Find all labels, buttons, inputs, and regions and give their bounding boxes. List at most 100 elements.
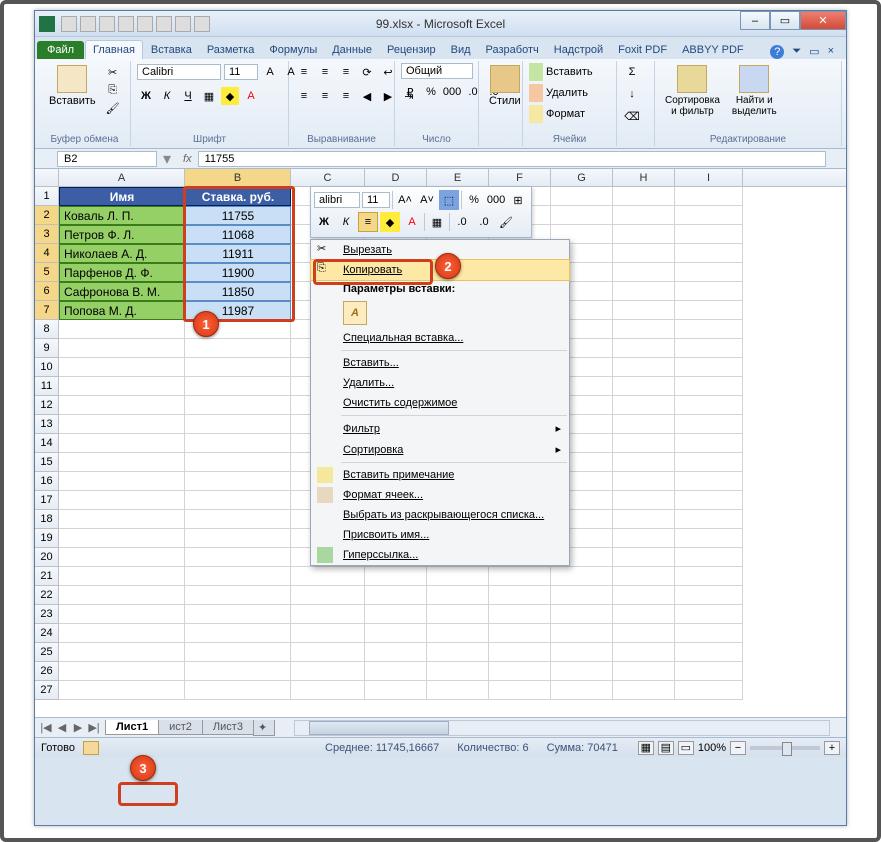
row-header[interactable]: 19 <box>35 529 59 548</box>
row-header[interactable]: 13 <box>35 415 59 434</box>
qat-btn[interactable] <box>137 16 153 32</box>
row-header[interactable]: 25 <box>35 643 59 662</box>
tab-prev-icon[interactable]: ◀ <box>55 721 69 734</box>
zoom-level[interactable]: 100% <box>698 742 726 754</box>
cell[interactable] <box>185 434 291 453</box>
cell[interactable] <box>489 662 551 681</box>
tab-review[interactable]: Рецензир <box>380 41 443 59</box>
name-box[interactable]: B2 <box>57 151 157 167</box>
cell[interactable] <box>59 624 185 643</box>
cell[interactable] <box>489 586 551 605</box>
row-header[interactable]: 8 <box>35 320 59 339</box>
insert-cells-button[interactable]: Вставить <box>546 66 593 78</box>
cell[interactable] <box>613 358 675 377</box>
align-left-icon[interactable]: ≡ <box>295 87 313 105</box>
cell[interactable] <box>185 605 291 624</box>
cell[interactable] <box>185 491 291 510</box>
tab-last-icon[interactable]: ▶| <box>87 721 101 734</box>
cell[interactable] <box>675 529 743 548</box>
mini-currency-icon[interactable]: ⊞ <box>508 190 528 210</box>
cell[interactable] <box>675 263 743 282</box>
macro-record-icon[interactable] <box>83 741 99 755</box>
qat-btn[interactable] <box>118 16 134 32</box>
cell[interactable] <box>185 681 291 700</box>
cell[interactable] <box>613 567 675 586</box>
menu-delete[interactable]: Удалить... <box>311 373 569 393</box>
mini-font-color-icon[interactable]: A <box>402 212 422 232</box>
col-header-d[interactable]: D <box>365 169 427 186</box>
row-header[interactable]: 1 <box>35 187 59 206</box>
cell[interactable] <box>675 472 743 491</box>
cell[interactable] <box>365 643 427 662</box>
menu-format[interactable]: Формат ячеек... <box>311 485 569 505</box>
find-select-button[interactable]: Найти и выделить <box>728 63 781 119</box>
menu-clear[interactable]: Очистить содержимое <box>311 393 569 413</box>
cell[interactable] <box>551 681 613 700</box>
cell[interactable] <box>185 548 291 567</box>
cell[interactable] <box>675 206 743 225</box>
cell[interactable] <box>59 396 185 415</box>
cell[interactable] <box>185 472 291 491</box>
row-header[interactable]: 18 <box>35 510 59 529</box>
cell[interactable] <box>551 643 613 662</box>
cell[interactable] <box>365 605 427 624</box>
cell[interactable] <box>59 681 185 700</box>
tab-addins[interactable]: Надстрой <box>547 41 610 59</box>
col-header-a[interactable]: A <box>59 169 185 186</box>
cell[interactable] <box>675 510 743 529</box>
font-size-combo[interactable]: 11 <box>224 64 258 80</box>
col-header-h[interactable]: H <box>613 169 675 186</box>
delete-cells-button[interactable]: Удалить <box>546 87 588 99</box>
copy-icon[interactable]: ⎘ <box>104 81 122 99</box>
paste-button[interactable]: Вставить <box>45 63 100 109</box>
cell[interactable] <box>427 605 489 624</box>
cell[interactable] <box>613 377 675 396</box>
cell[interactable] <box>185 643 291 662</box>
fx-icon[interactable]: fx <box>177 153 198 165</box>
mini-inc-decimal-icon[interactable]: .0 <box>474 212 494 232</box>
fill-color-icon[interactable]: ◆ <box>221 87 239 105</box>
cell[interactable] <box>675 453 743 472</box>
tab-abbyy[interactable]: ABBYY PDF <box>675 41 751 59</box>
indent-dec-icon[interactable]: ◀ <box>358 87 376 105</box>
qat-save-icon[interactable] <box>61 16 77 32</box>
cell[interactable] <box>675 282 743 301</box>
cell[interactable] <box>59 510 185 529</box>
align-top-icon[interactable]: ≡ <box>295 63 313 81</box>
border-icon[interactable]: ▦ <box>200 87 218 105</box>
cell[interactable] <box>59 662 185 681</box>
cell[interactable] <box>489 605 551 624</box>
cell[interactable] <box>675 244 743 263</box>
sheet-tab-2[interactable]: ист2 <box>158 720 203 735</box>
cell[interactable] <box>427 567 489 586</box>
cell[interactable] <box>613 244 675 263</box>
cell[interactable] <box>675 434 743 453</box>
cell[interactable] <box>551 187 613 206</box>
cell[interactable]: Имя <box>59 187 185 206</box>
cell[interactable] <box>185 377 291 396</box>
cell[interactable] <box>365 624 427 643</box>
cell[interactable] <box>675 567 743 586</box>
mini-size-combo[interactable]: 11 <box>362 192 390 208</box>
cell[interactable] <box>185 358 291 377</box>
cell[interactable] <box>489 643 551 662</box>
cell[interactable] <box>427 681 489 700</box>
cell[interactable] <box>291 681 365 700</box>
underline-button[interactable]: Ч <box>179 87 197 105</box>
cell[interactable] <box>675 586 743 605</box>
qat-btn[interactable] <box>194 16 210 32</box>
tab-formulas[interactable]: Формулы <box>262 41 324 59</box>
cell[interactable]: 11911 <box>185 244 291 263</box>
mini-dec-decimal-icon[interactable]: .0 <box>452 212 472 232</box>
mini-comma-icon[interactable]: 000 <box>486 190 506 210</box>
format-cells-button[interactable]: Формат <box>546 108 585 120</box>
row-header[interactable]: 16 <box>35 472 59 491</box>
fill-icon[interactable]: ↓ <box>623 85 641 103</box>
italic-button[interactable]: К <box>158 87 176 105</box>
cell[interactable] <box>613 396 675 415</box>
paste-option-values[interactable]: A <box>343 301 367 325</box>
cell[interactable] <box>185 396 291 415</box>
orientation-icon[interactable]: ⟳ <box>358 63 376 81</box>
cell[interactable] <box>59 491 185 510</box>
format-painter-icon[interactable]: 🖌 <box>104 99 122 117</box>
